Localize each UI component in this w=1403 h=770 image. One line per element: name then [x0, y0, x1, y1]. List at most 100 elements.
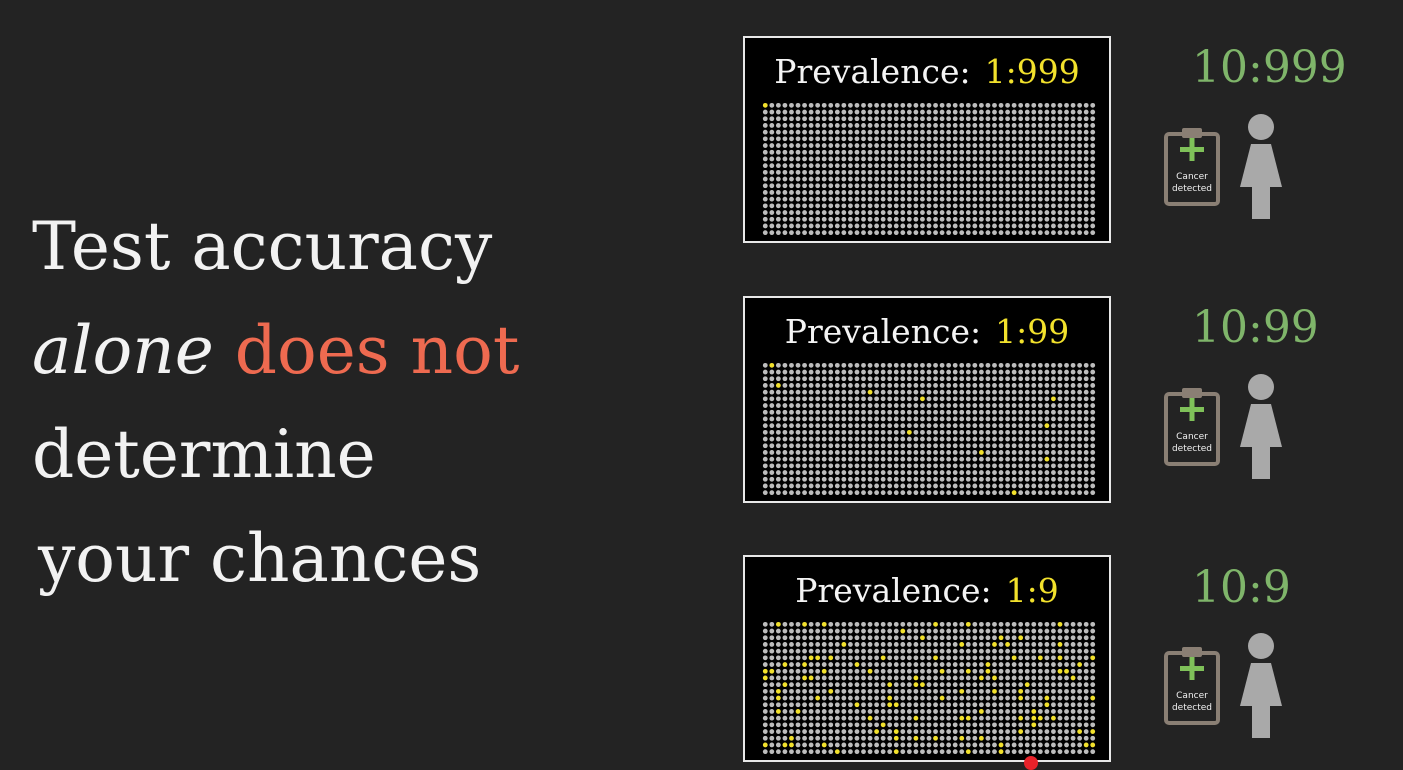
person-dot: [1031, 628, 1037, 634]
person-dot: [972, 476, 978, 482]
person-dot: [900, 450, 906, 455]
person-dot: [1057, 149, 1063, 155]
person-dot: [1005, 362, 1010, 368]
person-dot: [841, 715, 847, 721]
person-dot: [841, 668, 847, 674]
person-dot: [1077, 369, 1083, 375]
person-dot: [893, 383, 899, 388]
person-dot: [1031, 129, 1037, 135]
person-dot: [1083, 163, 1089, 169]
video-progress-playhead[interactable]: [1024, 756, 1038, 770]
positive-person-dot: [834, 749, 840, 755]
person-dot: [1070, 490, 1076, 496]
person-dot: [861, 216, 866, 222]
positive-person-dot: [978, 450, 984, 455]
person-dot: [887, 456, 893, 462]
person-dot: [861, 749, 866, 755]
person-dot: [1064, 396, 1069, 402]
person-dot: [789, 470, 794, 475]
person-dot: [867, 169, 873, 175]
person-dot: [834, 169, 840, 175]
person-dot: [978, 223, 984, 229]
person-dot: [775, 149, 781, 155]
person-dot: [1018, 443, 1024, 449]
person-dot: [1018, 190, 1024, 195]
person-dot: [808, 483, 814, 489]
person-dot: [893, 143, 899, 148]
person-dot: [913, 176, 919, 182]
person-dot: [893, 470, 899, 475]
person-dot: [1064, 709, 1069, 714]
person-dot: [920, 376, 925, 382]
person-dot: [913, 702, 919, 708]
person-dot: [1057, 156, 1063, 162]
person-dot: [906, 675, 912, 681]
person-dot: [762, 369, 768, 375]
person-dot: [1005, 169, 1010, 175]
positive-person-dot: [1011, 490, 1017, 496]
person-dot: [775, 409, 781, 415]
person-dot: [1024, 102, 1030, 108]
person-dot: [789, 688, 794, 694]
person-dot: [795, 682, 801, 688]
person-dot: [1090, 675, 1096, 681]
person-dot: [762, 628, 768, 634]
person-dot: [1083, 203, 1089, 209]
person-dot: [1070, 749, 1076, 755]
person-dot: [972, 383, 978, 388]
person-dot: [1031, 176, 1037, 182]
person-dot: [992, 443, 997, 449]
person-dot: [854, 635, 860, 641]
person-dot: [861, 655, 866, 661]
person-dot: [775, 628, 781, 634]
person-dot: [762, 416, 768, 422]
person-dot: [815, 123, 821, 128]
person-dot: [1011, 722, 1017, 728]
person-dot: [926, 682, 932, 688]
person-dot: [887, 450, 893, 455]
person-dot: [887, 190, 893, 195]
person-dot: [920, 702, 925, 708]
person-dot: [841, 695, 847, 701]
person-dot: [782, 149, 788, 155]
person-dot: [795, 450, 801, 455]
person-dot: [952, 169, 958, 175]
person-dot: [880, 109, 886, 115]
person-dot: [848, 116, 853, 122]
person-dot: [1031, 156, 1037, 162]
person-dot: [959, 655, 965, 661]
person-dot: [1083, 216, 1089, 222]
person-dot: [821, 203, 827, 209]
person-dot: [782, 216, 788, 222]
person-dot: [1037, 163, 1043, 169]
person-dot: [1051, 362, 1056, 368]
person-dot: [815, 682, 821, 688]
person-dot: [769, 169, 775, 175]
person-dot: [946, 416, 952, 422]
person-dot: [1070, 210, 1076, 215]
person-dot: [913, 655, 919, 661]
person-dot: [893, 129, 899, 135]
person-dot: [978, 668, 984, 674]
person-dot: [972, 416, 978, 422]
person-dot: [775, 443, 781, 449]
person-dot: [1018, 628, 1024, 634]
person-dot: [821, 463, 827, 469]
positive-person-dot: [762, 675, 768, 681]
person-dot: [775, 143, 781, 148]
person-dot: [808, 416, 814, 422]
person-dot: [972, 628, 978, 634]
person-dot: [906, 136, 912, 142]
person-dot: [828, 362, 834, 368]
person-dot: [959, 376, 965, 382]
person-dot: [1024, 470, 1030, 475]
person-dot: [782, 129, 788, 135]
person-dot: [913, 156, 919, 162]
person-dot: [1070, 203, 1076, 209]
person-dot: [920, 648, 925, 654]
person-dot: [965, 362, 971, 368]
person-dot: [1083, 483, 1089, 489]
person-dot: [1044, 409, 1050, 415]
person-dot: [893, 709, 899, 714]
person-dot: [769, 675, 775, 681]
